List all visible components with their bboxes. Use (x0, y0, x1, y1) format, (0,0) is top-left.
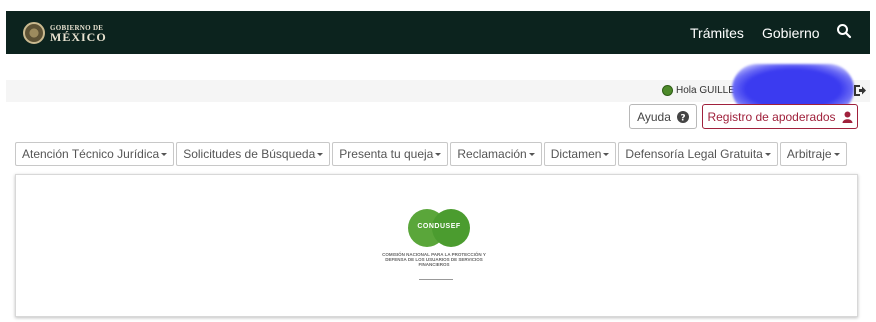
user-status-icon (662, 85, 673, 96)
question-circle-icon: ? (676, 110, 689, 123)
menu-label: Reclamación (457, 147, 527, 161)
caret-down-icon (603, 152, 610, 156)
nav-gobierno[interactable]: Gobierno (762, 25, 820, 41)
gobierno-mexico-logo[interactable]: GOBIERNO DE MÉXICO (23, 20, 107, 45)
logout-icon[interactable] (853, 84, 867, 97)
national-seal-icon (23, 21, 45, 44)
condusef-subtitle: COMISIÓN NACIONAL PARA LA PROTECCIÓN Y D… (382, 252, 486, 267)
menu-label: Defensoría Legal Gratuita (625, 147, 763, 161)
search-icon[interactable] (836, 23, 852, 39)
top-navbar: GOBIERNO DE MÉXICO Trámites Gobierno (6, 11, 870, 54)
logo-big-text: MÉXICO (50, 29, 107, 44)
caret-down-icon (435, 152, 442, 156)
menu-arbitraje[interactable]: Arbitraje (779, 142, 847, 166)
ayuda-button[interactable]: Ayuda ? (629, 104, 697, 129)
menu-label: Dictamen (550, 147, 602, 161)
menu-solicitudes-de-busqueda[interactable]: Solicitudes de Búsqueda (176, 142, 331, 166)
menu-label: Presenta tu queja (339, 147, 434, 161)
menu-reclamacion[interactable]: Reclamación (450, 142, 542, 166)
menu-label: Solicitudes de Búsqueda (183, 147, 316, 161)
menu-atencion-tecnico-juridica[interactable]: Atención Técnico Jurídica (15, 142, 175, 166)
main-panel: CONDUSEF COMISIÓN NACIONAL PARA LA PROTE… (15, 174, 858, 317)
caret-down-icon (833, 152, 840, 156)
caret-down-icon (528, 152, 535, 156)
registro-label: Registro de apoderados (707, 109, 836, 124)
caret-down-icon (317, 152, 324, 156)
user-icon (842, 111, 853, 123)
condusef-circles-icon: CONDUSEF (408, 209, 470, 249)
ayuda-label: Ayuda (637, 109, 671, 124)
registro-apoderados-button[interactable]: Registro de apoderados (702, 104, 858, 129)
menu-label: Atención Técnico Jurídica (22, 147, 160, 161)
caret-down-icon (161, 152, 168, 156)
svg-text:?: ? (680, 113, 685, 123)
condusef-logo: CONDUSEF COMISIÓN NACIONAL PARA LA PROTE… (379, 209, 489, 284)
menu-dictamen[interactable]: Dictamen (543, 142, 617, 166)
logo-divider (419, 279, 453, 280)
menu-presenta-tu-queja[interactable]: Presenta tu queja (332, 142, 449, 166)
menu-defensoria-legal-gratuita[interactable]: Defensoría Legal Gratuita (618, 142, 778, 166)
main-menu: Atención Técnico Jurídica Solicitudes de… (15, 142, 849, 166)
caret-down-icon (764, 152, 771, 156)
menu-label: Arbitraje (786, 147, 832, 161)
condusef-name: CONDUSEF (417, 223, 461, 230)
nav-tramites[interactable]: Trámites (690, 25, 744, 41)
